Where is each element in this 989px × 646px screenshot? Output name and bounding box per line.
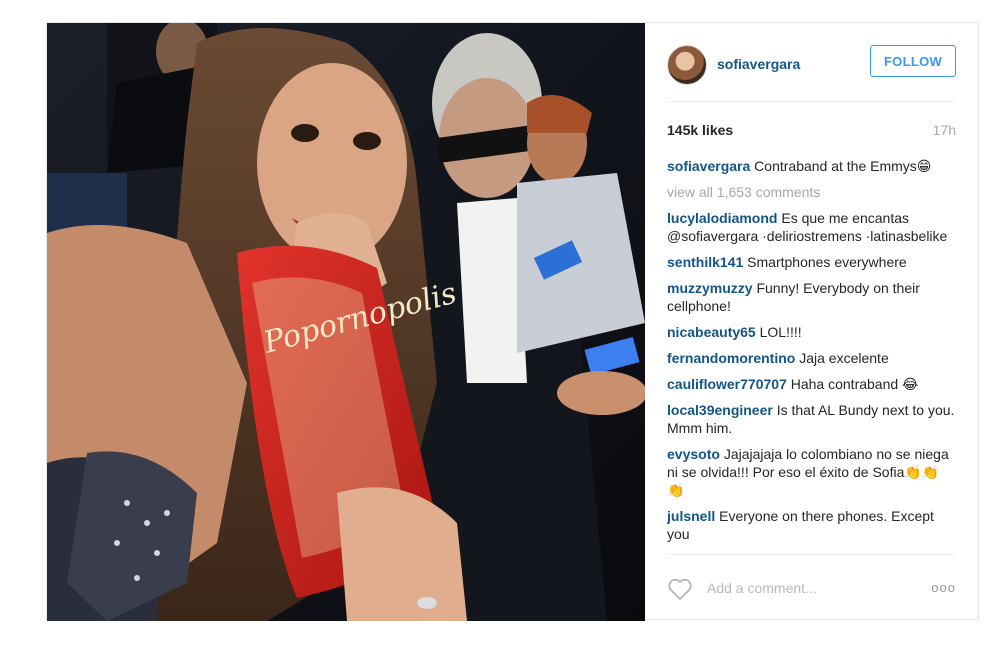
comment-list[interactable]: sofiavergara Contraband at the Emmys😁 vi… — [667, 157, 956, 555]
comment-item: senthilk141 Smartphones everywhere — [667, 253, 956, 271]
comment-item: muzzymuzzy Funny! Everybody on their cel… — [667, 279, 956, 315]
heart-icon[interactable] — [667, 577, 693, 601]
comment-username[interactable]: fernandomorentino — [667, 350, 795, 366]
comment-username[interactable]: lucylalodiamond — [667, 210, 777, 226]
caption: sofiavergara Contraband at the Emmys😁 — [667, 157, 956, 175]
comment-username[interactable]: muzzymuzzy — [667, 280, 753, 296]
post-sidebar: sofiavergara FOLLOW 145k likes 17h sofia… — [645, 23, 980, 621]
comment-username[interactable]: nicabeauty65 — [667, 324, 756, 340]
avatar[interactable] — [667, 45, 707, 85]
comment-username[interactable]: julsnell — [667, 508, 715, 524]
comment-item: cauliflower770707 Haha contraband 😂 — [667, 375, 956, 393]
header-username[interactable]: sofiavergara — [717, 56, 800, 72]
instagram-post: Popornopolis sofiavergara FOLLOW 145k li… — [46, 22, 980, 621]
add-comment-input[interactable]: Add a comment... — [707, 580, 817, 596]
post-footer: Add a comment... ooo — [667, 577, 956, 603]
post-header: sofiavergara FOLLOW — [667, 45, 956, 102]
comment-username[interactable]: senthilk141 — [667, 254, 743, 270]
likes-count[interactable]: 145k likes — [667, 122, 733, 138]
post-time[interactable]: 17h — [933, 122, 956, 138]
comment-username[interactable]: evysoto — [667, 446, 720, 462]
comment-username[interactable]: local39engineer — [667, 402, 773, 418]
post-photo[interactable]: Popornopolis — [47, 23, 645, 621]
comment-text: Smartphones everywhere — [747, 254, 907, 270]
view-all-comments-link[interactable]: view all 1,653 comments — [667, 183, 956, 201]
comment-item: fernandomorentino Jaja excelente — [667, 349, 956, 367]
comment-text: Haha contraband 😂 — [790, 376, 919, 392]
comment-item: julsnell Everyone on there phones. Excep… — [667, 507, 956, 543]
comment-item: lucylalodiamond Es que me encantas @sofi… — [667, 209, 956, 245]
comment-item: local39engineer Is that AL Bundy next to… — [667, 401, 956, 437]
caption-text: Contraband at the Emmys😁 — [754, 158, 932, 174]
comment-item: nicabeauty65 LOL!!!! — [667, 323, 956, 341]
photo-illustration: Popornopolis — [47, 23, 645, 621]
more-options-icon[interactable]: ooo — [931, 580, 956, 595]
comment-text: Jaja excelente — [799, 350, 889, 366]
follow-button[interactable]: FOLLOW — [870, 45, 956, 77]
comment-username[interactable]: cauliflower770707 — [667, 376, 787, 392]
comment-item: evysoto Jajajajaja lo colombiano no se n… — [667, 445, 956, 499]
comment-text: LOL!!!! — [759, 324, 802, 340]
likes-row: 145k likes 17h — [667, 122, 956, 142]
caption-username[interactable]: sofiavergara — [667, 158, 750, 174]
